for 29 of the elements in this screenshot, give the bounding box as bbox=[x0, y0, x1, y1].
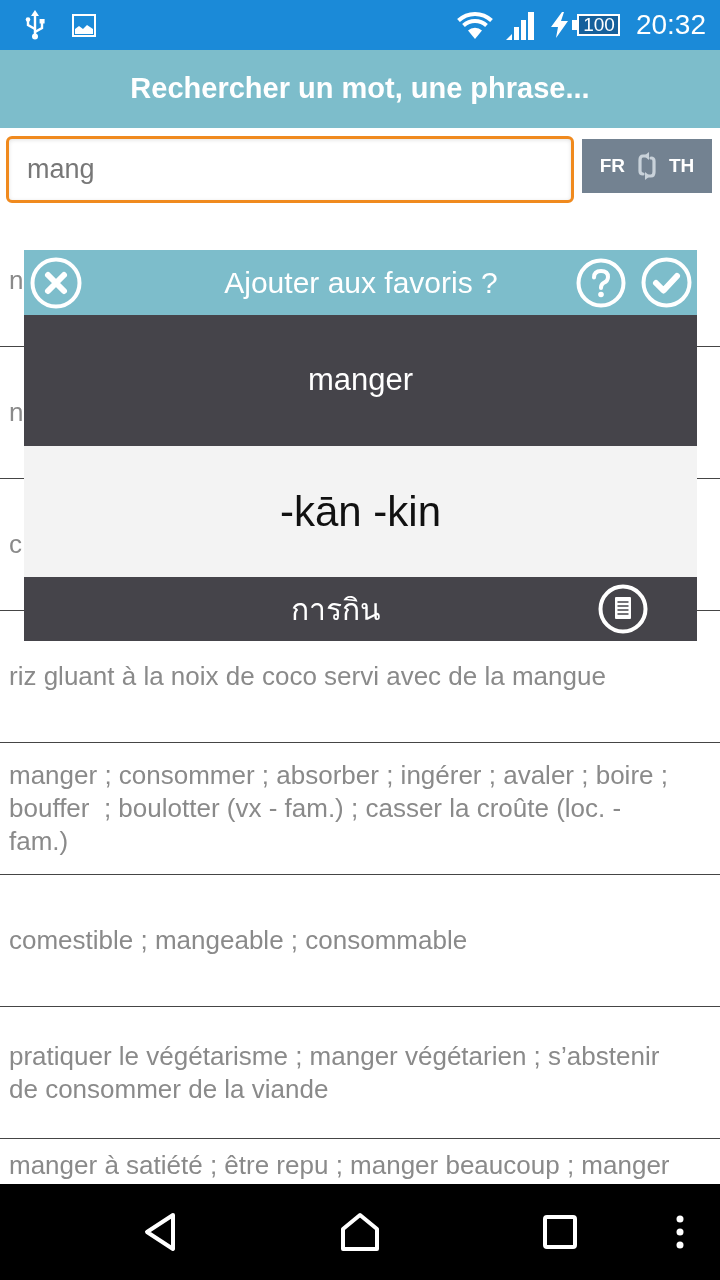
document-icon[interactable] bbox=[598, 584, 648, 634]
check-icon[interactable] bbox=[641, 257, 692, 308]
result-text[interactable]: n bbox=[9, 264, 24, 297]
wifi-icon bbox=[456, 10, 495, 40]
back-icon[interactable] bbox=[143, 1212, 177, 1252]
usb-icon bbox=[24, 10, 46, 40]
page-title: Rechercher un mot, une phrase... bbox=[130, 71, 590, 107]
transliteration-text: -kān -kin bbox=[279, 487, 442, 537]
signal-icon bbox=[506, 10, 537, 40]
result-text[interactable]: riz gluant à la noix de coco servi avec de la mangue bbox=[9, 660, 606, 693]
recents-icon[interactable] bbox=[543, 1215, 577, 1249]
swap-arrows-icon bbox=[637, 151, 657, 181]
result-text[interactable]: manger ; consommer ; absorber ; ingérer ; avaler ; boire ; bouffer ; boulotter (vx - fam.) ; casser la croûte (loc. - fam.) bbox=[9, 759, 677, 858]
home-icon[interactable] bbox=[340, 1212, 380, 1252]
result-text[interactable]: c bbox=[9, 528, 22, 561]
translation-text: การกิน bbox=[291, 591, 381, 628]
more-options-icon[interactable] bbox=[676, 1215, 684, 1249]
result-text[interactable]: comestible ; mangeable ; consommable bbox=[9, 924, 468, 957]
word-text: manger bbox=[307, 361, 414, 400]
result-text[interactable]: pratiquer le végétarisme ; manger végétarien ; s’abstenir de consommer de la viande bbox=[9, 1039, 677, 1106]
image-icon bbox=[72, 13, 96, 37]
result-text[interactable]: manger à satiété ; être repu ; manger beaucoup ; manger bbox=[9, 1149, 670, 1182]
search-field[interactable]: mang bbox=[6, 136, 574, 203]
result-text[interactable]: n bbox=[9, 396, 24, 429]
lightning-icon bbox=[551, 12, 569, 38]
dialog-title: Ajouter aux favoris ? bbox=[224, 265, 498, 301]
clock-time: 20:32 bbox=[635, 11, 706, 39]
battery-indicator: 100 bbox=[572, 14, 620, 36]
language-swap-button[interactable]: FR TH bbox=[582, 139, 712, 193]
